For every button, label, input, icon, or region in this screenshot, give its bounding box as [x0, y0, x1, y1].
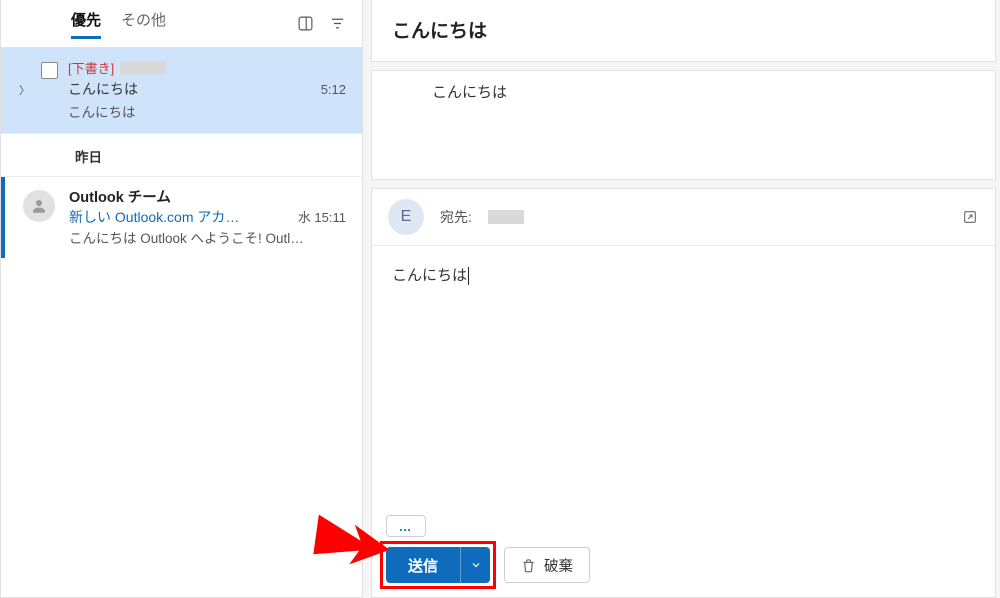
reading-body: こんにちは: [371, 70, 996, 180]
mail-time: 5:12: [321, 82, 346, 97]
send-button[interactable]: 送信: [386, 547, 460, 583]
to-label: 宛先:: [440, 207, 472, 227]
chevron-right-icon[interactable]: 〉: [19, 58, 31, 121]
tabs-row: 優先 その他: [1, 0, 362, 48]
discard-label: 破棄: [544, 555, 573, 576]
mail-subject: 新しい Outlook.com アカ…: [69, 207, 290, 227]
avatar: [23, 190, 55, 222]
to-recipient-redacted: [488, 210, 524, 224]
layout-icon[interactable]: [296, 15, 314, 33]
filter-icon[interactable]: [328, 15, 346, 33]
section-header-yesterday: 昨日: [1, 133, 362, 177]
compose-avatar: E: [388, 199, 424, 235]
compose-body[interactable]: こんにちは: [372, 246, 995, 505]
discard-button[interactable]: 破棄: [504, 547, 590, 583]
text-cursor: [468, 267, 469, 285]
mail-checkbox[interactable]: [41, 62, 58, 79]
reading-pane: こんにちは こんにちは E 宛先: こんにちは … 送信: [371, 0, 1000, 598]
compose-body-text: こんにちは: [392, 267, 467, 284]
draft-tag: [下書き]: [68, 58, 114, 77]
recipient-redacted: [120, 61, 166, 74]
send-dropdown-button[interactable]: [460, 547, 490, 583]
mail-item-draft[interactable]: 〉 [下書き] こんにちは こんにちは 5:12: [1, 48, 362, 133]
mail-subject: こんにちは: [68, 79, 311, 99]
mail-time: 水 15:11: [298, 207, 346, 226]
tab-other[interactable]: その他: [121, 9, 166, 39]
popout-icon[interactable]: [961, 208, 979, 226]
mail-preview: こんにちは: [68, 101, 311, 121]
mail-item-outlook[interactable]: Outlook チーム 新しい Outlook.com アカ… 水 15:11 …: [1, 177, 362, 258]
compose-card: E 宛先: こんにちは … 送信: [371, 188, 996, 598]
reading-header: こんにちは: [371, 0, 996, 62]
reading-body-text: こんにちは: [432, 84, 507, 101]
mail-preview: こんにちは Outlook へようこそ! Outl…: [69, 227, 346, 247]
tab-focused[interactable]: 優先: [71, 9, 101, 39]
reading-title: こんにちは: [392, 16, 975, 43]
more-options-button[interactable]: …: [386, 515, 426, 537]
mail-sender: Outlook チーム: [69, 186, 346, 207]
message-list-pane: 優先 その他 〉 [下書き] こんにちは こんにちは: [0, 0, 363, 598]
trash-icon: [521, 558, 536, 573]
